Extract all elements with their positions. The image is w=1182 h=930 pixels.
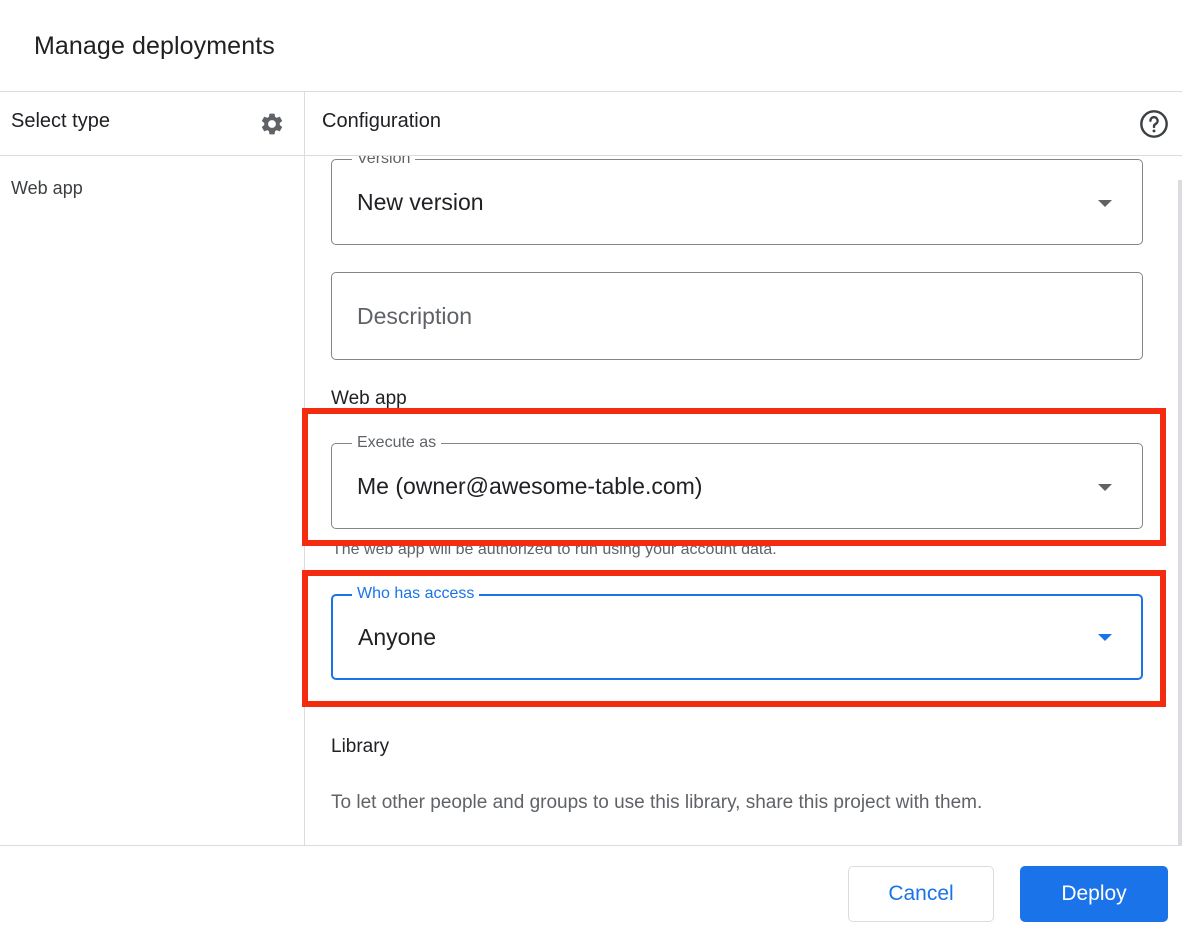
cancel-button[interactable]: Cancel <box>848 866 994 922</box>
type-item-web-app[interactable]: Web app <box>11 178 83 199</box>
chevron-down-icon <box>1098 200 1112 207</box>
divider <box>0 91 1182 92</box>
configuration-header: Configuration <box>322 110 441 132</box>
description-input[interactable]: Description <box>331 272 1143 360</box>
scrollbar[interactable] <box>1178 180 1182 845</box>
version-select[interactable]: Version New version <box>331 156 1143 245</box>
library-section-title: Library <box>331 736 390 757</box>
help-circle-icon[interactable] <box>1138 108 1170 140</box>
description-placeholder: Description <box>357 303 473 329</box>
deploy-button[interactable]: Deploy <box>1020 866 1168 922</box>
highlight-box-execute-as <box>302 408 1166 546</box>
version-value: New version <box>357 189 484 215</box>
web-app-section-title: Web app <box>331 388 407 409</box>
gear-icon[interactable] <box>259 111 285 137</box>
divider <box>0 155 304 156</box>
dialog-title: Manage deployments <box>34 32 275 60</box>
select-type-header: Select type <box>11 110 110 132</box>
version-label: Version <box>352 156 416 169</box>
highlight-box-who-has-access <box>302 570 1166 707</box>
library-description: To let other people and groups to use th… <box>331 792 983 813</box>
divider <box>0 845 1182 846</box>
